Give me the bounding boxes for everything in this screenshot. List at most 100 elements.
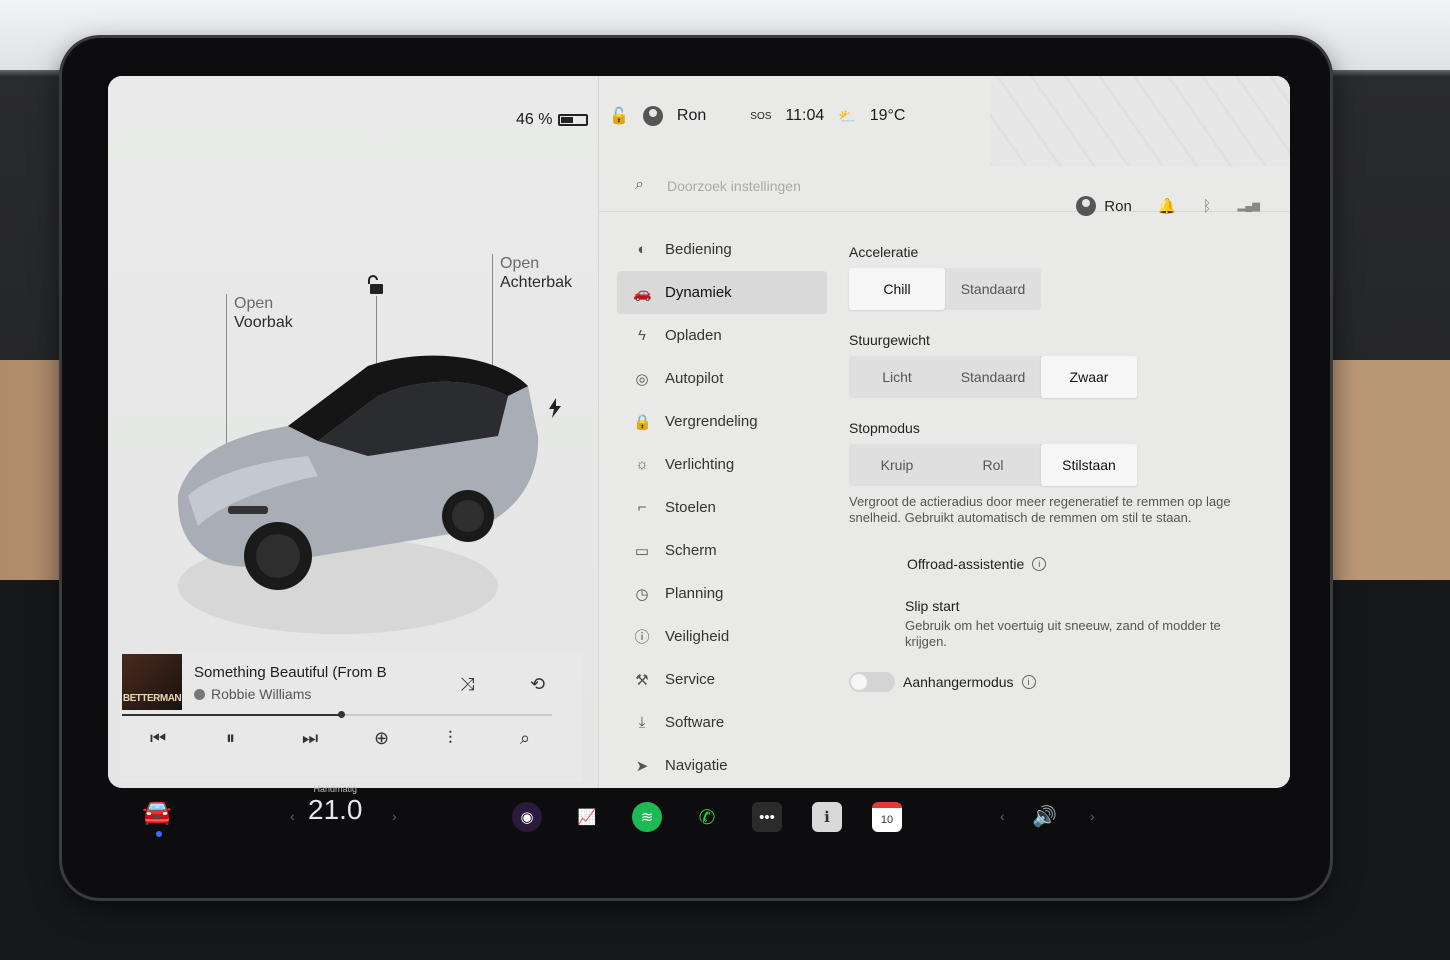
profile-button[interactable]: Ron [1076,196,1132,216]
stop-mode-selector: Kruip Rol Stilstaan [849,444,1137,486]
progress-knob[interactable] [338,711,346,718]
bluetooth-icon[interactable]: ᛒ [1203,198,1212,215]
stop-mode-option-kruip[interactable]: Kruip [849,444,945,486]
nav-item-verlichting[interactable]: ☼ Verlichting [617,443,827,486]
music-player: BETTERMAN Something Beautiful (From B Ro… [120,652,582,782]
nav-item-label: Bediening [665,241,732,258]
playback-progress[interactable] [122,711,552,718]
navigation-icon: ➤ [635,757,649,775]
previous-track-icon[interactable]: ⏮ [150,728,166,749]
spotify-icon[interactable]: ≋ [632,802,662,832]
search-icon[interactable]: ⌕ [520,728,530,749]
nav-item-label: Software [665,714,725,731]
song-title[interactable]: Something Beautiful (From B [194,664,404,681]
lock-status-icon[interactable]: 🔓 [609,106,629,126]
song-artist: Robbie Williams [194,686,311,702]
nav-item-planning[interactable]: ◷ Planning [617,572,827,615]
nav-item-navigatie[interactable]: ➤ Navigatie [617,744,827,787]
add-icon[interactable]: ⊕ [374,728,389,749]
front-trunk-action: Open [234,295,274,312]
next-track-icon[interactable]: ⏭ [302,728,318,749]
unlock-icon[interactable] [366,274,388,301]
battery-status: 46 % [516,111,589,129]
taskbar: 🚘 ‹ Handmatig 21.0 › ◉ 📈 ≋ ✆ ••• ℹ 10 ‹ … [108,784,1290,852]
settings-panel: 🔓 Ron SOS 11:04 ⛅ 19°C ⌕ Ron 🔔 ᛒ ▂▄▆ ◐ Be… [598,76,1290,788]
info-icon[interactable]: i [1021,675,1036,689]
temp-up-icon[interactable]: › [392,808,397,824]
light-icon: ☼ [635,456,649,473]
notification-bell-icon[interactable]: 🔔 [1158,197,1177,215]
nav-item-stoelen[interactable]: ⌐ Stoelen [617,486,827,529]
info-icon[interactable]: i [1032,557,1047,571]
climate-temperature: 21.0 [308,794,363,825]
car-model-image [177,355,539,634]
download-icon: ⤓ [638,714,646,731]
nav-item-opladen[interactable]: ϟ Opladen [617,314,827,357]
search-settings-icon: ⌕ [635,176,644,193]
car-icon: 🚗 [633,284,652,302]
profile-name: Ron [1104,197,1132,215]
nav-item-label: Opladen [665,327,722,344]
shuffle-icon[interactable]: ⤨ [460,674,474,695]
rear-trunk-name: Achterbak [500,274,573,291]
front-trunk-label[interactable]: Open Voorbak [234,294,293,332]
dynamics-settings: Acceleratie Chill Standaard Stuurgewicht … [849,244,1269,692]
nav-item-vergrendeling[interactable]: 🔒 Vergrendeling [617,400,827,443]
nav-item-label: Verlichting [665,456,735,473]
acceleration-option-chill[interactable]: Chill [849,268,945,310]
climate-control[interactable]: Handmatig 21.0 [308,784,363,826]
touchscreen: 46 % Open Voorbak Open Achterbak BETTERM… [108,76,1290,788]
display-icon: ▭ [634,542,650,560]
camera-icon[interactable]: ◉ [512,802,542,832]
front-trunk-name: Voorbak [234,314,293,331]
pause-icon[interactable]: ⏸ [226,728,235,749]
slip-start-row[interactable]: Slip start Gebruik om het voertuig uit s… [905,598,1269,650]
offroad-assist-row[interactable]: Offroad-assistentie i [907,556,1269,572]
steering-title: Stuurgewicht [849,332,930,348]
nav-item-autopilot[interactable]: ◎ Autopilot [617,357,827,400]
nav-item-label: Autopilot [665,370,724,387]
artist-name: Robbie Williams [211,686,312,702]
trailer-mode-toggle[interactable] [849,672,895,692]
bolt-icon: ϟ [638,327,646,344]
steering-selector: Licht Standaard Zwaar [849,356,1137,398]
map-background [990,76,1290,166]
temp-down-icon[interactable]: ‹ [290,808,295,824]
equalizer-icon[interactable]: ⫶ [448,728,453,749]
toggle-icon: ◐ [637,241,647,258]
car-active-indicator [156,831,162,837]
acceleration-option-standaard[interactable]: Standaard [945,268,1041,310]
nav-item-veiligheid[interactable]: ⓘ Veiligheid [617,615,827,658]
rear-trunk-label[interactable]: Open Achterbak [500,254,572,292]
nav-item-label: Stoelen [665,499,716,516]
settings-nav: ◐ Bediening 🚗 Dynamiek ϟ Opladen ◎ Autopilot 🔒 Ve… [617,228,827,787]
repeat-icon[interactable]: ⟲ [530,674,545,695]
manual-icon[interactable]: ℹ [812,802,842,832]
volume-icon[interactable]: 🔊 [1032,804,1057,829]
nav-item-label: Service [665,671,716,688]
nav-item-software[interactable]: ⤓ Software [617,701,827,744]
volume-down-icon[interactable]: ‹ [1000,808,1005,824]
top-user-name[interactable]: Ron [677,107,706,125]
nav-item-dynamiek[interactable]: 🚗 Dynamiek [617,271,827,314]
more-apps-icon[interactable]: ••• [752,802,782,832]
steering-option-licht[interactable]: Licht [849,356,945,398]
nav-item-scherm[interactable]: ▭ Scherm [617,529,827,572]
user-avatar-icon[interactable] [642,106,663,126]
album-art[interactable]: BETTERMAN [122,654,182,710]
nav-item-bediening[interactable]: ◐ Bediening [617,228,827,271]
stop-mode-option-rol[interactable]: Rol [945,444,1041,486]
sos-indicator[interactable]: SOS [750,111,771,122]
stop-mode-option-stilstaan[interactable]: Stilstaan [1041,444,1137,486]
car-controls-icon[interactable]: 🚘 [142,798,172,827]
settings-search-input[interactable] [667,174,987,198]
volume-up-icon[interactable]: › [1090,808,1095,824]
phone-icon[interactable]: ✆ [692,802,722,832]
steering-option-standaard[interactable]: Standaard [945,356,1041,398]
steering-option-zwaar[interactable]: Zwaar [1041,356,1137,398]
nav-item-service[interactable]: ⚒ Service [617,658,827,701]
calendar-icon[interactable]: 10 [872,802,902,832]
lte-signal-icon: ▂▄▆ [1237,200,1260,212]
climate-mode: Handmatig [313,784,358,794]
energy-app-icon[interactable]: 📈 [572,802,602,832]
